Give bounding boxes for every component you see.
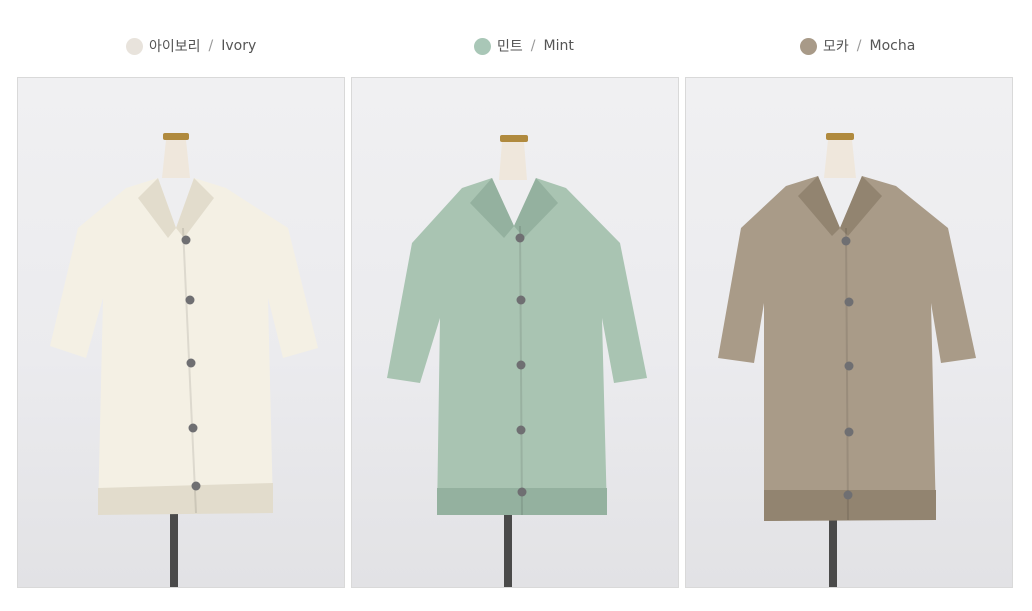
button xyxy=(841,236,851,246)
mint-cardigan-illustration xyxy=(387,135,647,587)
product-photo-mint xyxy=(351,77,679,588)
button xyxy=(515,233,525,243)
mannequin-neck xyxy=(499,142,527,180)
button xyxy=(844,427,854,437)
mint-korean-label: 민트 xyxy=(497,39,523,55)
mint-english-label: Mint xyxy=(543,38,574,54)
stand-pole xyxy=(829,518,837,587)
mannequin-neck xyxy=(824,140,856,178)
ivory-separator: / xyxy=(208,38,214,54)
button xyxy=(191,481,201,491)
button xyxy=(843,490,853,500)
ivory-swatch-dot xyxy=(126,37,143,55)
button xyxy=(181,235,191,245)
stand-pole xyxy=(504,508,512,587)
button xyxy=(186,358,196,368)
color-options-row: 아이보리 / Ivory 민트 / Mint 모카 / Mocha xyxy=(0,0,1032,78)
button xyxy=(516,295,526,305)
ivory-korean-label: 아이보리 xyxy=(149,39,201,55)
product-photo-mocha xyxy=(685,77,1013,588)
ivory-english-label: Ivory xyxy=(221,38,257,54)
color-option-ivory[interactable]: 아이보리 / Ivory xyxy=(126,36,256,56)
button xyxy=(844,297,854,307)
button xyxy=(516,360,526,370)
mannequin-cap xyxy=(826,133,854,140)
button xyxy=(516,425,526,435)
mocha-english-label: Mocha xyxy=(869,38,916,54)
button xyxy=(517,487,527,497)
button xyxy=(185,295,195,305)
button xyxy=(188,423,198,433)
color-option-mint[interactable]: 민트 / Mint xyxy=(474,36,574,56)
mocha-separator: / xyxy=(856,38,862,54)
mocha-cardigan-illustration xyxy=(718,133,976,587)
cardigan-hem xyxy=(98,483,273,515)
ivory-cardigan-illustration xyxy=(50,133,318,587)
button xyxy=(844,361,854,371)
mocha-korean-label: 모카 xyxy=(823,39,849,55)
color-option-mocha[interactable]: 모카 / Mocha xyxy=(800,36,915,56)
mint-swatch-dot xyxy=(474,37,491,55)
mint-separator: / xyxy=(530,38,536,54)
mannequin-cap xyxy=(500,135,528,142)
product-photo-ivory xyxy=(17,77,345,588)
mannequin-cap xyxy=(163,133,189,140)
mannequin-neck xyxy=(162,140,190,178)
mocha-swatch-dot xyxy=(800,37,817,55)
